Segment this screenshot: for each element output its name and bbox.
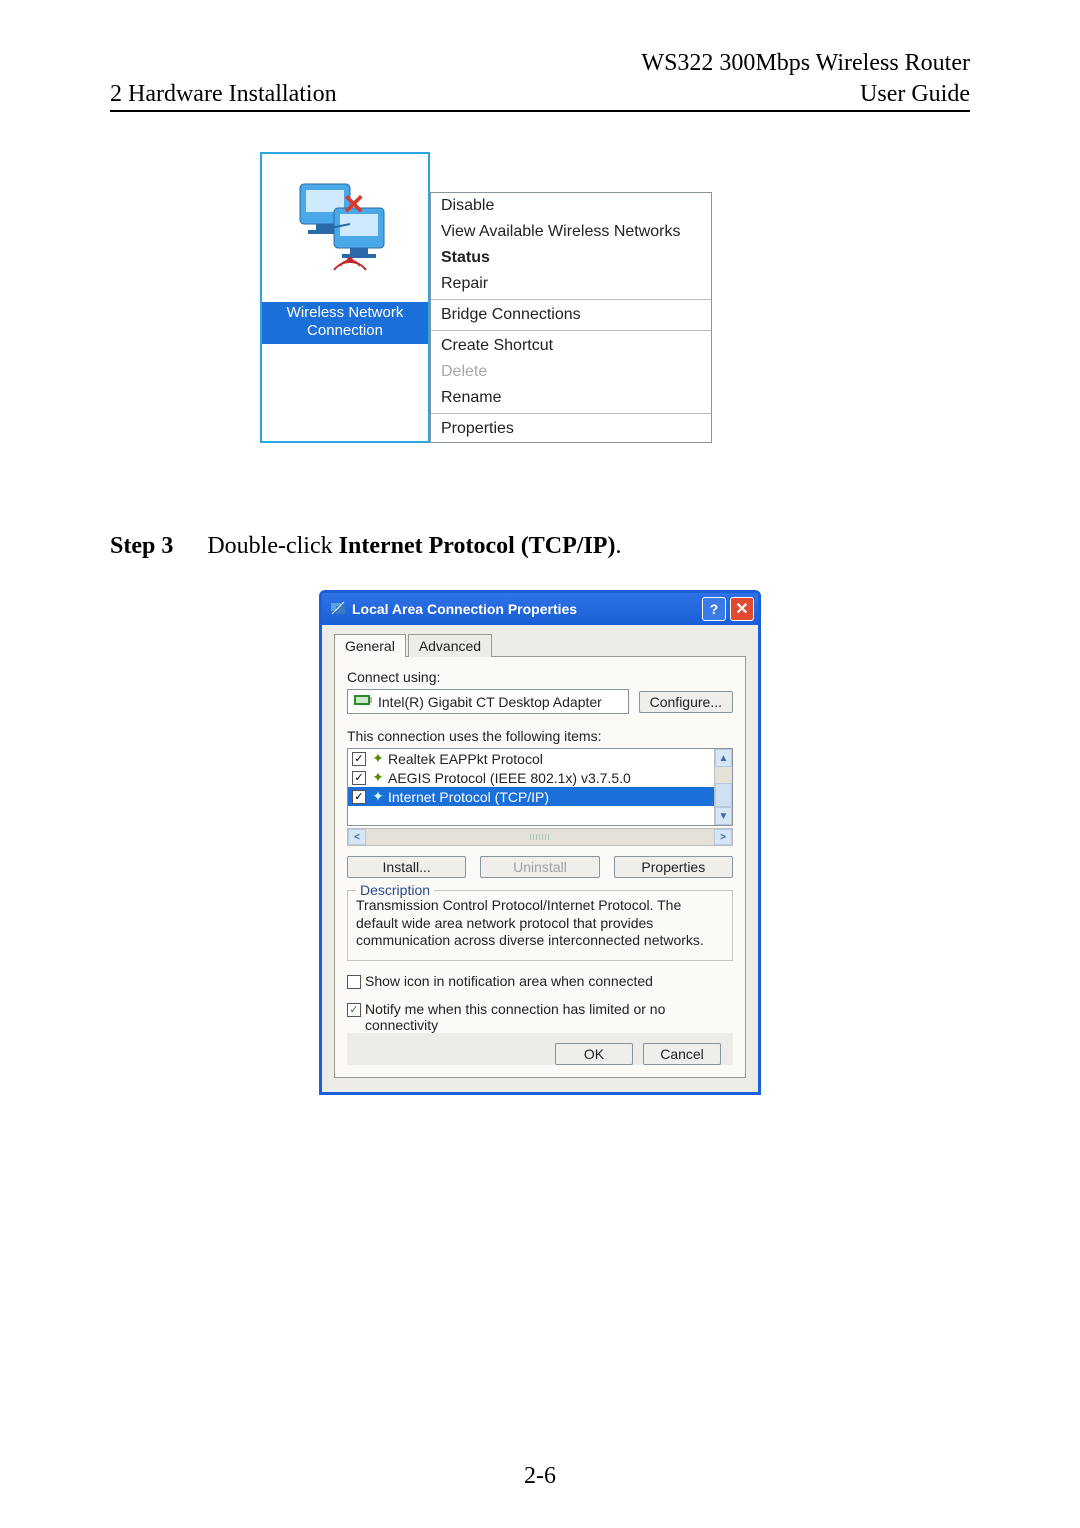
adapter-name: Intel(R) Gigabit CT Desktop Adapter bbox=[378, 694, 602, 710]
show-icon-label: Show icon in notification area when conn… bbox=[365, 973, 653, 989]
ok-button[interactable]: OK bbox=[555, 1043, 633, 1065]
scroll-grip-icon bbox=[530, 834, 550, 840]
description-text: Transmission Control Protocol/Internet P… bbox=[356, 897, 724, 950]
list-item-realtek[interactable]: ✓ ✦ Realtek EAPPkt Protocol bbox=[348, 749, 714, 768]
checkbox-icon[interactable] bbox=[347, 975, 361, 989]
ctx-separator bbox=[431, 299, 711, 300]
step3-text-before: Double-click bbox=[207, 533, 338, 559]
page-number: 2-6 bbox=[0, 1463, 1080, 1490]
connection-items-list[interactable]: ✓ ✦ Realtek EAPPkt Protocol ✓ ✦ AEGIS Pr… bbox=[347, 748, 733, 826]
ctx-status[interactable]: Status bbox=[431, 245, 711, 271]
wireless-caption-line2: Connection bbox=[266, 322, 424, 340]
ctx-delete: Delete bbox=[431, 359, 711, 385]
connect-using-label: Connect using: bbox=[347, 669, 733, 685]
header-section: 2 Hardware Installation bbox=[110, 81, 337, 108]
header-doc: User Guide bbox=[860, 81, 970, 108]
scroll-right-icon[interactable]: > bbox=[714, 829, 732, 845]
protocol-icon: ✦ bbox=[370, 750, 386, 767]
properties-button[interactable]: Properties bbox=[614, 856, 733, 878]
ctx-bridge[interactable]: Bridge Connections bbox=[431, 302, 711, 328]
connection-properties-dialog: Local Area Connection Properties ? ✕ Gen… bbox=[319, 590, 761, 1095]
step3-bold: Internet Protocol (TCP/IP) bbox=[339, 533, 616, 559]
description-group: Description Transmission Control Protoco… bbox=[347, 890, 733, 961]
ctx-disable[interactable]: Disable bbox=[431, 193, 711, 219]
wireless-caption-line1: Wireless Network bbox=[266, 304, 424, 322]
ctx-properties[interactable]: Properties bbox=[431, 416, 711, 442]
vertical-scrollbar[interactable]: ▲ ▼ bbox=[714, 749, 732, 825]
adapter-icon bbox=[354, 693, 372, 710]
dialog-titlebar[interactable]: Local Area Connection Properties ? ✕ bbox=[322, 593, 758, 625]
install-button[interactable]: Install... bbox=[347, 856, 466, 878]
scroll-down-icon[interactable]: ▼ bbox=[715, 807, 732, 825]
list-item-label: AEGIS Protocol (IEEE 802.1x) v3.7.5.0 bbox=[388, 770, 631, 786]
list-item-label: Internet Protocol (TCP/IP) bbox=[388, 789, 549, 805]
checkbox-icon[interactable]: ✓ bbox=[352, 771, 366, 785]
help-button[interactable]: ? bbox=[702, 597, 726, 621]
svg-text:✕: ✕ bbox=[342, 189, 365, 220]
checkbox-icon[interactable]: ✓ bbox=[352, 752, 366, 766]
checkbox-icon[interactable]: ✓ bbox=[352, 790, 366, 804]
header-product: WS322 300Mbps Wireless Router bbox=[110, 50, 970, 77]
notify-row[interactable]: ✓ Notify me when this connection has lim… bbox=[347, 1001, 733, 1033]
items-list-label: This connection uses the following items… bbox=[347, 728, 733, 744]
tab-general[interactable]: General bbox=[334, 634, 406, 657]
ctx-view-networks[interactable]: View Available Wireless Networks bbox=[431, 219, 711, 245]
network-icon bbox=[330, 600, 346, 619]
ctx-shortcut[interactable]: Create Shortcut bbox=[431, 333, 711, 359]
protocol-icon: ✦ bbox=[370, 788, 386, 805]
cancel-button[interactable]: Cancel bbox=[643, 1043, 721, 1065]
description-label: Description bbox=[356, 882, 434, 898]
adapter-field: Intel(R) Gigabit CT Desktop Adapter bbox=[347, 689, 629, 714]
context-menu: Disable View Available Wireless Networks… bbox=[430, 192, 712, 443]
show-icon-row[interactable]: Show icon in notification area when conn… bbox=[347, 973, 733, 989]
protocol-icon: ✦ bbox=[370, 769, 386, 786]
scroll-left-icon[interactable]: < bbox=[348, 829, 366, 845]
uninstall-button: Uninstall bbox=[480, 856, 599, 878]
tab-advanced[interactable]: Advanced bbox=[408, 634, 492, 657]
list-item-label: Realtek EAPPkt Protocol bbox=[388, 751, 543, 767]
configure-button[interactable]: Configure... bbox=[639, 691, 733, 713]
checkbox-icon[interactable]: ✓ bbox=[347, 1003, 361, 1017]
close-button[interactable]: ✕ bbox=[730, 597, 754, 621]
step3-label: Step 3 bbox=[110, 533, 173, 559]
ctx-separator bbox=[431, 413, 711, 414]
list-item-tcpip[interactable]: ✓ ✦ Internet Protocol (TCP/IP) bbox=[348, 787, 714, 806]
wireless-connection-icon-block[interactable]: ✕ Wireless Network Connection bbox=[260, 152, 430, 443]
ctx-repair[interactable]: Repair bbox=[431, 271, 711, 297]
list-item-aegis[interactable]: ✓ ✦ AEGIS Protocol (IEEE 802.1x) v3.7.5.… bbox=[348, 768, 714, 787]
step3-instruction: Step 3 Double-click Internet Protocol (T… bbox=[110, 533, 970, 560]
dialog-title: Local Area Connection Properties bbox=[352, 601, 698, 617]
notify-label: Notify me when this connection has limit… bbox=[365, 1001, 733, 1033]
network-connection-icon: ✕ bbox=[290, 178, 400, 278]
horizontal-scrollbar[interactable]: < > bbox=[347, 828, 733, 846]
ctx-rename[interactable]: Rename bbox=[431, 385, 711, 411]
ctx-separator bbox=[431, 330, 711, 331]
step3-text-after: . bbox=[615, 533, 621, 559]
scroll-thumb[interactable] bbox=[715, 783, 732, 807]
scroll-up-icon[interactable]: ▲ bbox=[715, 749, 732, 767]
